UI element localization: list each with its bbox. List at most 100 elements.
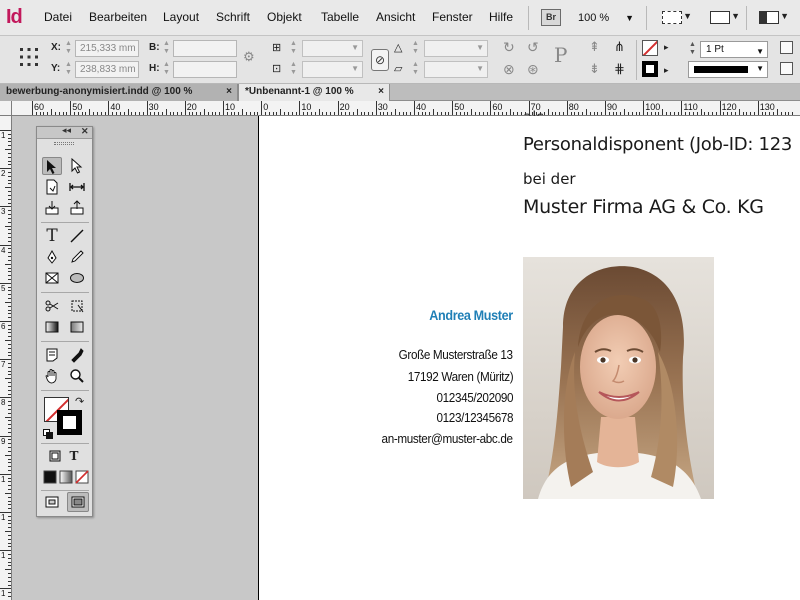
frame-fitting-icon[interactable] (780, 62, 793, 75)
stroke-proxy-swatch[interactable] (57, 410, 82, 435)
note-tool-icon[interactable] (42, 346, 62, 364)
height-stepper[interactable]: ▲ ▼ (162, 61, 171, 78)
panel-grip[interactable] (54, 142, 74, 145)
shear-stepper[interactable]: ▲ ▼ (411, 61, 420, 78)
close-icon[interactable]: ✕ (81, 126, 89, 137)
tab-bewerbung[interactable]: bewerbung-anonymisiert.indd @ 100 % × (0, 84, 238, 101)
ruler-minor-tick (704, 112, 706, 115)
bridge-button[interactable]: Br (541, 9, 561, 26)
menu-fenster[interactable]: Fenster (432, 10, 473, 24)
zoom-tool-icon[interactable] (67, 367, 87, 385)
flip-vertical-icon[interactable]: ⊛ (527, 62, 539, 76)
rotate-stepper[interactable]: ▲ ▼ (411, 40, 420, 57)
x-position-field[interactable]: 215,333 mm (75, 40, 139, 57)
gradient-swatch-tool-icon[interactable] (42, 318, 62, 336)
view-options-button[interactable]: ▼ (660, 8, 692, 28)
width-stepper[interactable]: ▲ ▼ (162, 40, 171, 57)
y-stepper[interactable]: ▲ ▼ (64, 61, 73, 78)
rotate-cw-icon[interactable]: ↻ (503, 40, 515, 54)
scale-x-stepper[interactable]: ▲ ▼ (289, 40, 298, 57)
ellipse-tool-icon[interactable] (67, 269, 87, 287)
select-container-icon[interactable]: ⇞ (589, 40, 600, 54)
ruler-minor-tick (8, 554, 11, 556)
apply-none-icon[interactable] (72, 468, 92, 486)
menu-bearbeiten[interactable]: Bearbeiten (89, 10, 147, 24)
indesign-logo: Id (6, 6, 23, 28)
reference-point-icon[interactable] (19, 47, 39, 67)
tab-unbenannt[interactable]: *Unbenannt-1 @ 100 % × (238, 84, 390, 101)
select-next-icon[interactable]: ⋔ (614, 40, 625, 54)
scale-x-select[interactable]: ▼ (302, 40, 363, 57)
eyedropper-tool-icon[interactable] (67, 346, 87, 364)
select-content-icon[interactable]: ⇟ (589, 62, 600, 76)
shear-angle-select[interactable]: ▼ (424, 61, 488, 78)
stroke-chevron-icon[interactable]: ▸ (664, 63, 669, 77)
gradient-feather-tool-icon[interactable] (67, 318, 87, 336)
menu-hilfe[interactable]: Hilfe (489, 10, 513, 24)
screen-mode-button[interactable]: ▼ (708, 8, 740, 28)
page-tool-icon[interactable] (42, 178, 62, 196)
type-tool-icon[interactable]: T (42, 227, 62, 245)
formatting-text-icon[interactable]: T (64, 447, 84, 465)
stroke-type-select[interactable]: ▼ (688, 61, 768, 78)
rotate-angle-select[interactable]: ▼ (424, 40, 488, 57)
panel-options-icon[interactable] (780, 41, 793, 54)
vertical-ruler[interactable]: 1234567891111 (0, 116, 12, 600)
stroke-weight-stepper[interactable]: ▲ ▼ (688, 41, 697, 58)
scale-y-select[interactable]: ▼ (302, 61, 363, 78)
pen-tool-icon[interactable] (42, 248, 62, 266)
normal-view-icon[interactable] (42, 493, 62, 511)
flip-horizontal-icon[interactable]: ⊗ (503, 62, 515, 76)
free-transform-tool-icon[interactable] (67, 297, 87, 315)
width-field[interactable] (173, 40, 237, 57)
content-placer-icon[interactable] (67, 199, 87, 217)
ruler-minor-tick (574, 112, 576, 115)
preview-view-icon[interactable] (67, 492, 89, 512)
fill-chevron-icon[interactable]: ▸ (664, 40, 669, 54)
tools-panel-header[interactable]: ◂◂ ✕ (37, 125, 92, 139)
ruler-minor-tick (8, 523, 11, 525)
gap-tool-icon[interactable] (67, 178, 87, 196)
swap-fill-stroke-icon[interactable]: ↷ (75, 395, 84, 408)
close-icon[interactable]: × (378, 84, 384, 100)
direct-selection-tool-icon[interactable] (67, 157, 87, 175)
ruler-minor-tick (8, 194, 11, 196)
arrange-documents-button[interactable]: ▼ (757, 8, 789, 28)
ruler-tick (414, 101, 415, 115)
ruler-origin[interactable] (0, 101, 12, 116)
ruler-label: 50 (72, 102, 83, 112)
close-icon[interactable]: × (226, 84, 232, 100)
x-stepper[interactable]: ▲ ▼ (64, 40, 73, 57)
y-position-field[interactable]: 238,833 mm (75, 61, 139, 78)
rectangle-frame-tool-icon[interactable] (42, 269, 62, 287)
select-previous-icon[interactable]: ⋕ (614, 62, 625, 76)
stroke-weight-select[interactable]: 1 Pt ▼ (700, 41, 768, 58)
line-tool-icon[interactable] (67, 227, 87, 245)
pencil-tool-icon[interactable] (67, 248, 87, 266)
constrain-scale-button[interactable]: ⊘ (371, 49, 389, 71)
scale-y-stepper[interactable]: ▲ ▼ (289, 61, 298, 78)
stroke-swatch[interactable] (642, 61, 658, 77)
constrain-proportions-icon[interactable]: ⚙ (243, 50, 255, 64)
menu-tabelle[interactable]: Tabelle (321, 10, 359, 24)
rotate-ccw-icon[interactable]: ↺ (527, 40, 539, 54)
height-field[interactable] (173, 61, 237, 78)
formatting-container-icon[interactable] (45, 447, 65, 465)
zoom-level-select[interactable]: 100 % ▼ (578, 9, 636, 27)
hand-tool-icon[interactable] (42, 367, 62, 385)
collapse-icon[interactable]: ◂◂ (62, 125, 71, 136)
scissors-tool-icon[interactable] (42, 297, 62, 315)
tools-panel[interactable]: ◂◂ ✕ T ↷ T (36, 125, 93, 517)
fill-swatch[interactable] (642, 40, 658, 56)
menu-ansicht[interactable]: Ansicht (376, 10, 415, 24)
portrait-photo[interactable] (523, 257, 714, 499)
menu-schrift[interactable]: Schrift (216, 10, 250, 24)
content-collector-icon[interactable] (42, 199, 62, 217)
selection-tool-icon[interactable] (42, 157, 62, 175)
menu-objekt[interactable]: Objekt (267, 10, 302, 24)
menu-layout[interactable]: Layout (163, 10, 199, 24)
default-fill-stroke-icon[interactable] (43, 429, 53, 439)
horizontal-ruler[interactable]: 60 50 40 30 20 10 0 10 20 30 40 50 60 70 80 90 100 110 120… (12, 101, 800, 116)
ruler-minor-tick (287, 112, 289, 115)
menu-datei[interactable]: Datei (44, 10, 72, 24)
